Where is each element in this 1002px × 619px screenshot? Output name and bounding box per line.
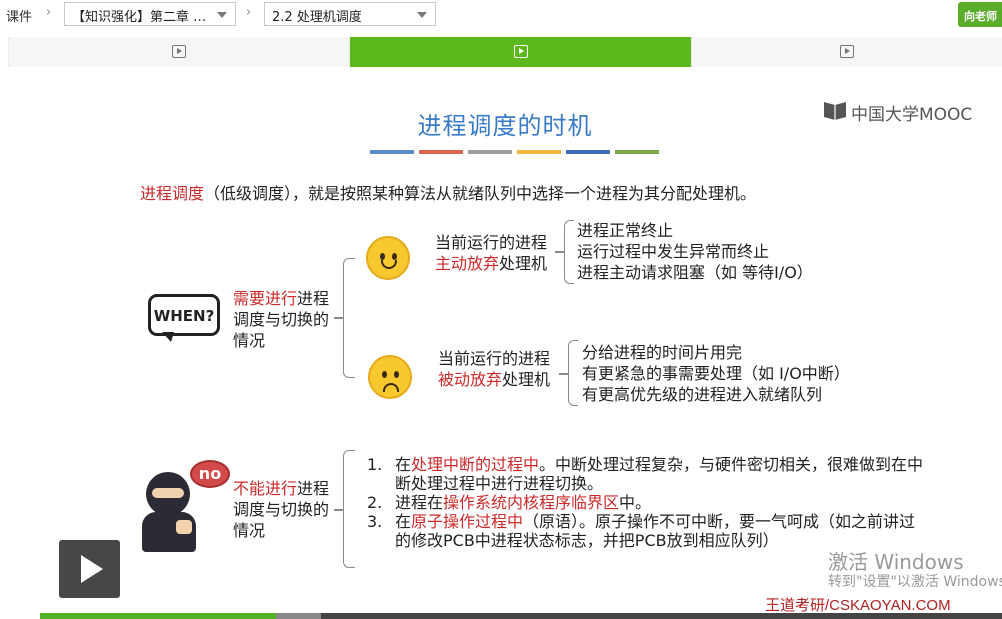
list-keyword: 操作系统内核程序临界区	[443, 493, 620, 512]
bubble-tail	[162, 332, 174, 342]
list-item: 分给进程的时间片用完	[582, 343, 743, 362]
title-color-bar	[370, 150, 414, 154]
progress-played	[40, 613, 276, 619]
chevron-right-icon: ›	[246, 5, 252, 20]
video-slide[interactable]: 中国大学MOOC 进程调度的时机 进程调度（低级调度），就是按照某种算法从就绪队…	[8, 68, 1002, 614]
active-bracket	[555, 220, 574, 284]
need-scheduling-label: 需要进行进程调度与切换的情况	[233, 288, 333, 351]
video-progress-bar[interactable]	[40, 613, 1002, 619]
cannot-scheduling-label: 不能进行进程调度与切换的情况	[233, 478, 333, 541]
passive-release-pre: 当前运行的进程	[438, 349, 551, 368]
ninja-band	[152, 488, 184, 498]
face-mouth	[383, 383, 399, 392]
play-button[interactable]	[59, 540, 120, 598]
active-release-cases: 进程正常终止 运行过程中发生异常而终止 进程主动请求阻塞（如 等待I/O）	[577, 220, 813, 283]
bracket-nub	[555, 251, 565, 253]
caret-down-icon	[217, 12, 227, 18]
tab-video-1[interactable]	[8, 37, 349, 67]
list-keyword: 原子操作过程中	[411, 512, 524, 531]
active-release-pre: 当前运行的进程	[435, 233, 548, 252]
face-eye	[392, 253, 397, 260]
activation-watermark-hint: 转到"设置"以激活 Windows	[828, 574, 1002, 590]
video-icon	[172, 45, 186, 58]
breadcrumb-courseware[interactable]: 课件	[6, 6, 32, 25]
when-label: WHEN?	[148, 294, 220, 336]
passive-bracket	[559, 340, 578, 406]
slide-title: 进程调度的时机	[417, 112, 593, 140]
active-release-reason: 当前运行的进程主动放弃处理机	[435, 232, 553, 274]
ninja-no-icon: no	[138, 460, 234, 556]
chapter-select-value: 【知识强化】第二章 …	[72, 10, 207, 25]
title-color-bar	[419, 150, 463, 154]
intro-keyword: 进程调度	[140, 184, 205, 203]
ask-teacher-button[interactable]: 向老师	[958, 2, 1002, 27]
tab-video-3[interactable]	[691, 37, 1002, 67]
cannot-scheduling-keyword: 不能进行	[233, 479, 298, 498]
list-number: 2.	[367, 493, 383, 512]
list-item: 2. 进程在操作系统内核程序临界区中。	[367, 493, 927, 512]
passive-release-post: 处理机	[502, 370, 551, 389]
list-text: 进程在	[395, 493, 444, 512]
passive-release-keyword: 被动放弃	[438, 370, 503, 389]
need-scheduling-keyword: 需要进行	[233, 289, 298, 308]
list-item: 运行过程中发生异常而终止	[577, 242, 770, 261]
video-icon	[840, 45, 854, 58]
tab-video-2[interactable]	[349, 37, 691, 67]
lesson-tab-strip	[8, 37, 1002, 67]
when-speech-bubble-icon: WHEN?	[148, 294, 222, 344]
active-release-keyword: 主动放弃	[435, 254, 500, 273]
bracket-nub	[334, 317, 344, 319]
no-badge: no	[190, 460, 230, 488]
title-color-bar	[615, 150, 659, 154]
passive-release-cases: 分给进程的时间片用完 有更紧急的事需要处理（如 I/O中断） 有更高优先级的进程…	[582, 342, 850, 405]
title-color-bars	[370, 150, 660, 154]
list-number: 3.	[367, 512, 383, 531]
need-bracket	[334, 258, 355, 378]
face-mouth	[381, 260, 397, 269]
face-eye	[382, 371, 387, 378]
title-color-bar	[566, 150, 610, 154]
intro-body: （低级调度），就是按照某种算法从就绪队列中选择一个进程为其分配处理机。	[204, 184, 757, 203]
section-select-value: 2.2 处理机调度	[272, 10, 362, 25]
list-text: 中。	[619, 493, 652, 512]
bracket-nub	[334, 509, 344, 511]
ninja-thumb	[176, 520, 192, 534]
list-item: 进程主动请求阻塞（如 等待I/O）	[577, 263, 813, 282]
face-eye	[380, 253, 385, 260]
cannot-bracket	[334, 450, 355, 568]
list-text: 在	[395, 512, 412, 531]
brand-footer: 王道考研/CSKAOYAN.COM	[765, 597, 951, 614]
face-eye	[394, 371, 399, 378]
caret-down-icon	[417, 12, 427, 18]
title-color-bar	[517, 150, 561, 154]
list-text: 在	[395, 455, 412, 474]
section-select[interactable]: 2.2 处理机调度	[264, 2, 436, 26]
video-icon	[513, 45, 528, 58]
list-keyword: 处理中断的过程中	[411, 455, 540, 474]
chapter-select[interactable]: 【知识强化】第二章 …	[64, 2, 236, 26]
list-item: 有更紧急的事需要处理（如 I/O中断）	[582, 364, 850, 383]
passive-release-reason: 当前运行的进程被动放弃处理机	[438, 348, 556, 390]
list-item: 进程正常终止	[577, 221, 674, 240]
smiley-face-icon	[366, 236, 410, 280]
bracket-nub	[559, 373, 569, 375]
chevron-right-icon: ›	[46, 5, 52, 20]
cannot-scheduling-cases: 1. 在处理中断的过程中。中断处理过程复杂，与硬件密切相关，很难做到在中断处理过程…	[367, 455, 927, 550]
active-release-post: 处理机	[499, 254, 548, 273]
list-item: 3. 在原子操作过程中（原语）。原子操作不可中断，要一气呵成（如之前讲过的修改PC…	[367, 512, 927, 550]
list-item: 1. 在处理中断的过程中。中断处理过程复杂，与硬件密切相关，很难做到在中断处理过程…	[367, 455, 927, 493]
list-item: 有更高优先级的进程进入就绪队列	[582, 385, 823, 404]
top-nav-bar: 课件 › 【知识强化】第二章 … › 2.2 处理机调度 向老师	[0, 0, 1002, 30]
sad-face-icon	[368, 355, 412, 399]
list-number: 1.	[367, 455, 383, 474]
title-color-bar	[468, 150, 512, 154]
intro-text: 进程调度（低级调度），就是按照某种算法从就绪队列中选择一个进程为其分配处理机。	[140, 180, 756, 204]
